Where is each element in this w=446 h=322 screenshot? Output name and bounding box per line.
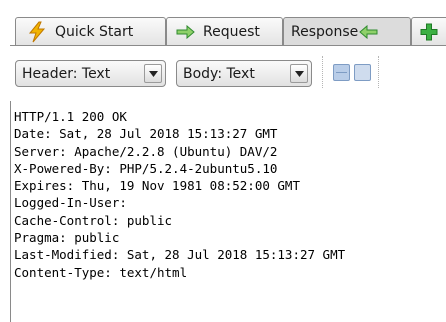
response-lines: HTTP/1.1 200 OK Date: Sat, 28 Jul 2018 1… <box>11 101 446 281</box>
tab-bar: Quick Start Request Response <box>0 0 446 46</box>
lightning-icon <box>27 21 47 43</box>
tab-response[interactable]: Response <box>283 17 411 46</box>
plus-icon <box>420 23 438 41</box>
body-format-value: Body: Text <box>183 65 255 82</box>
single-view-icon[interactable] <box>354 64 371 81</box>
add-tab-button[interactable] <box>411 17 446 45</box>
response-line: Logged-In-User: <box>14 195 127 211</box>
tab-label: Request <box>203 23 260 40</box>
response-line: Server: Apache/2.2.8 (Ubuntu) DAV/2 <box>14 143 278 159</box>
tab-label: Quick Start <box>55 23 134 40</box>
chevron-down-icon <box>290 64 308 83</box>
response-line: Date: Sat, 28 Jul 2018 15:13:27 GMT <box>14 126 278 142</box>
tab-label: Response <box>291 24 359 40</box>
response-line: X-Powered-By: PHP/5.2.4-2ubuntu5.10 <box>14 160 278 176</box>
response-line: Pragma: public <box>14 230 120 246</box>
response-toolbar: Header: Text Body: Text <box>0 46 446 100</box>
response-line: Cache-Control: public <box>14 212 173 228</box>
toolbar-separator <box>378 56 379 88</box>
tab-quick-start[interactable]: Quick Start <box>15 17 166 45</box>
tab-request[interactable]: Request <box>166 17 283 45</box>
split-view-icon[interactable] <box>333 64 350 81</box>
body-format-select[interactable]: Body: Text <box>176 60 312 87</box>
response-line: Expires: Thu, 19 Nov 1981 08:52:00 GMT <box>14 178 300 194</box>
chevron-down-icon <box>144 64 162 83</box>
arrow-right-icon <box>176 24 196 39</box>
response-line: Last-Modified: Sat, 28 Jul 2018 15:13:27… <box>14 247 346 263</box>
response-line: Content-Type: text/html <box>14 264 188 280</box>
toolbar-separator <box>322 56 323 88</box>
response-text-area[interactable]: HTTP/1.1 200 OK Date: Sat, 28 Jul 2018 1… <box>10 101 446 322</box>
header-format-value: Header: Text <box>22 65 111 82</box>
header-format-select[interactable]: Header: Text <box>15 60 166 87</box>
response-line: HTTP/1.1 200 OK <box>14 109 127 124</box>
arrow-left-icon <box>358 25 378 39</box>
